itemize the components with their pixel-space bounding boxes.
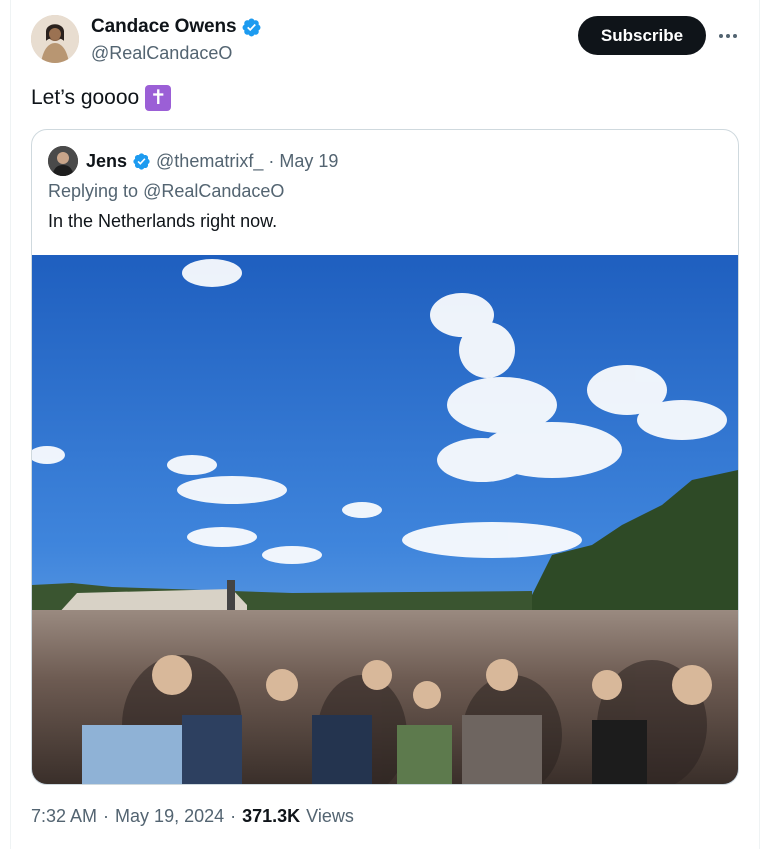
- subscribe-button[interactable]: Subscribe: [578, 16, 706, 55]
- replying-to-line: Replying to @RealCandaceO: [48, 181, 284, 202]
- quoted-verified-badge-icon: [133, 152, 150, 170]
- tweet-meta-row: 7:32 AM · May 19, 2024 · 371.3K Views: [31, 806, 354, 827]
- replying-to-label: Replying to: [48, 181, 139, 201]
- author-display-name[interactable]: Candace Owens: [91, 16, 237, 38]
- quoted-author-handle[interactable]: @thematrixf_: [156, 151, 263, 172]
- quoted-tweet-header: Jens @thematrixf_ · May 19: [48, 146, 338, 176]
- views-label: Views: [306, 806, 354, 826]
- quoted-profile-photo: [48, 146, 78, 176]
- tweet-text: Let’s goooo ✝: [31, 85, 172, 111]
- quoted-tweet[interactable]: Jens @thematrixf_ · May 19 Replying to @…: [31, 129, 739, 785]
- profile-photo: [31, 15, 79, 63]
- latin-cross-emoji-icon: ✝: [145, 85, 172, 111]
- meta-separator: ·: [103, 806, 110, 826]
- verified-badge-icon: [243, 18, 261, 36]
- views-count: 371.3K: [242, 806, 301, 826]
- author-avatar[interactable]: [31, 15, 79, 63]
- meta-separator: ·: [230, 806, 237, 826]
- author-name-row[interactable]: Candace Owens: [91, 16, 262, 38]
- quoted-author-name[interactable]: Jens: [86, 151, 127, 172]
- replying-to-handle: @RealCandaceO: [143, 181, 285, 201]
- quoted-author-avatar[interactable]: [48, 146, 78, 176]
- tweet-time[interactable]: 7:32 AM: [31, 806, 97, 827]
- quoted-tweet-date[interactable]: May 19: [279, 151, 338, 172]
- quoted-tweet-text: In the Netherlands right now.: [48, 211, 278, 231]
- quoted-tweet-photo[interactable]: [32, 255, 738, 784]
- tweet-body: Let’s goooo: [31, 86, 140, 109]
- author-handle[interactable]: @RealCandaceO: [91, 43, 232, 64]
- tweet-date[interactable]: May 19, 2024: [115, 806, 224, 827]
- more-horizontal-icon[interactable]: [716, 26, 740, 46]
- quoted-meta-separator: ·: [268, 150, 275, 171]
